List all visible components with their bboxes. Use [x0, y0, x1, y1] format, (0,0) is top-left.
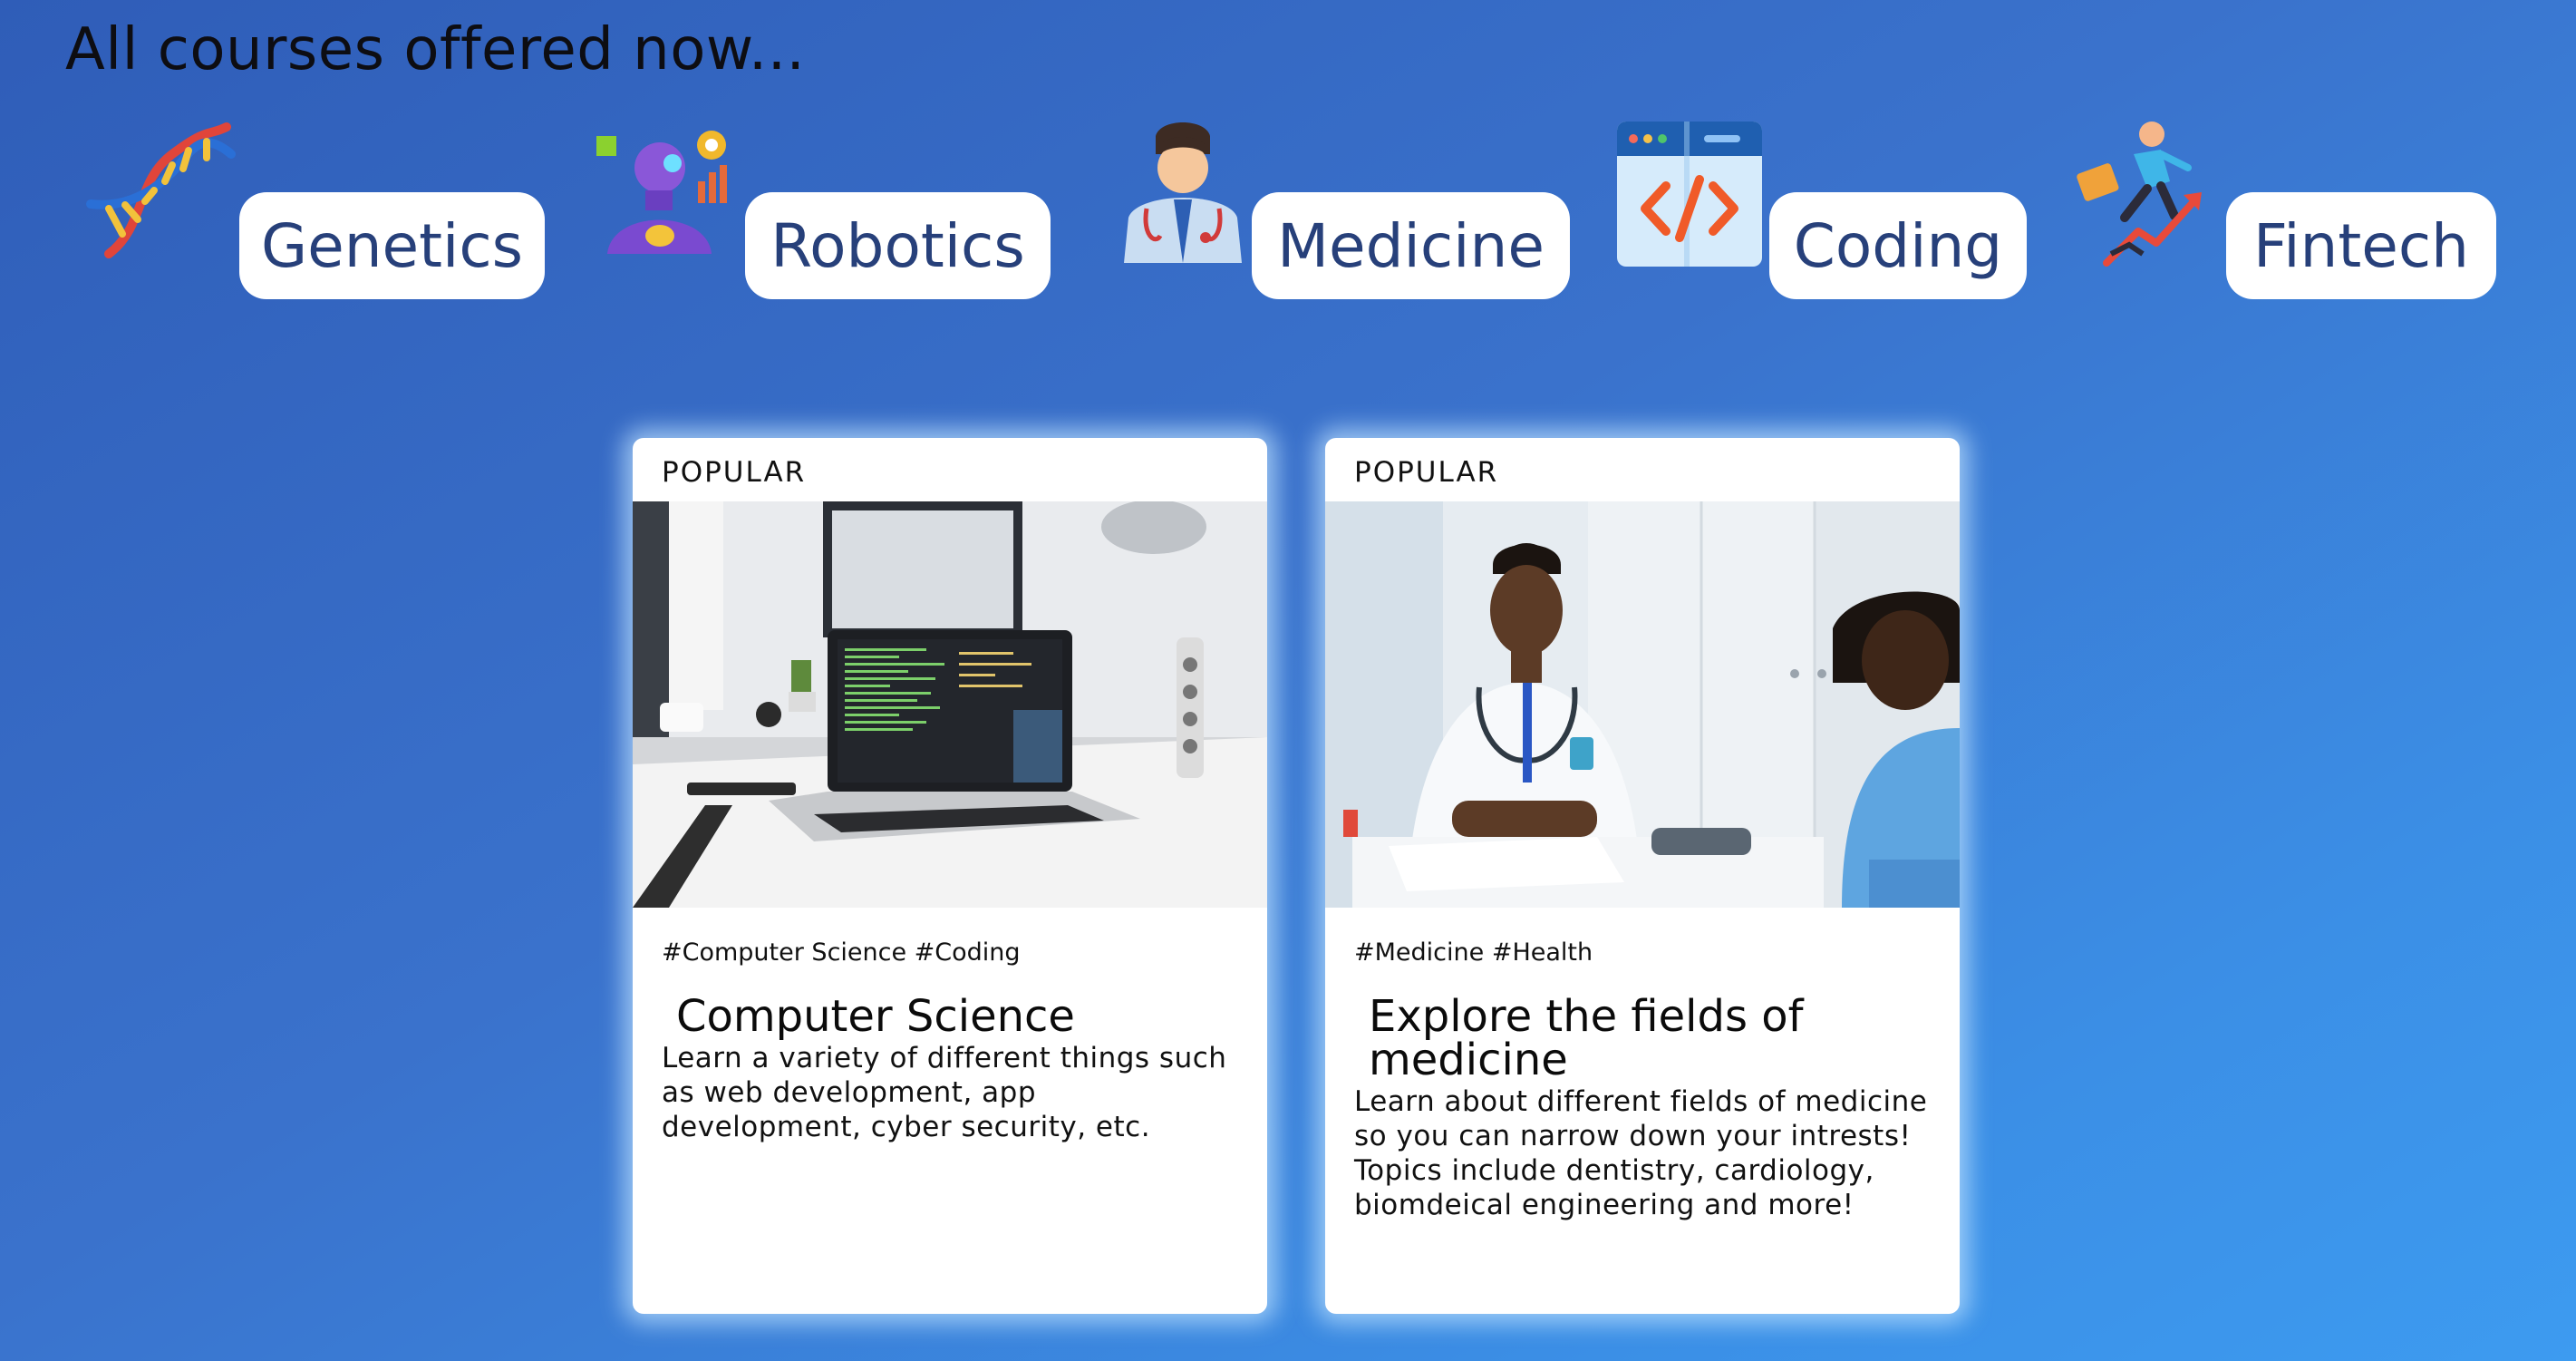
- card-tags: #Medicine #Health: [1354, 938, 1593, 967]
- card-description: Learn about different fields of medicine…: [1354, 1085, 1928, 1221]
- doctor-icon: [1106, 118, 1260, 272]
- doctor-photo: [1325, 501, 1960, 908]
- category-medicine[interactable]: Medicine: [1106, 118, 1577, 308]
- popular-badge: POPULAR: [1354, 456, 1499, 489]
- category-fintech[interactable]: Fintech: [2070, 118, 2505, 308]
- card-title: Computer Science: [676, 991, 1075, 1042]
- category-robotics[interactable]: Robotics: [589, 118, 1060, 308]
- dna-icon: [82, 118, 236, 272]
- card-description: Learn a variety of different things such…: [662, 1042, 1227, 1143]
- category-pill-robotics[interactable]: Robotics: [745, 192, 1051, 299]
- laptop-photo: [633, 501, 1267, 908]
- category-pill-genetics[interactable]: Genetics: [239, 192, 545, 299]
- card-title: Explore the fields of medicine: [1369, 991, 1804, 1085]
- card-tags: #Computer Science #Coding: [662, 938, 1021, 967]
- rising-businessman-icon: [2070, 118, 2224, 272]
- category-pill-coding[interactable]: Coding: [1769, 192, 2027, 299]
- category-pill-fintech[interactable]: Fintech: [2226, 192, 2496, 299]
- code-window-icon: [1613, 118, 1767, 272]
- page-title: All courses offered now...: [65, 16, 806, 83]
- category-coding[interactable]: Coding: [1613, 118, 2030, 308]
- course-card-medicine[interactable]: POPULAR #Medicine #Health Explore the fi…: [1325, 438, 1960, 1314]
- category-genetics[interactable]: Genetics: [82, 118, 553, 308]
- robot-icon: [589, 118, 743, 272]
- popular-badge: POPULAR: [662, 456, 807, 489]
- course-card-computer-science[interactable]: POPULAR #Computer Science #Coding Comput…: [633, 438, 1267, 1314]
- category-pill-medicine[interactable]: Medicine: [1252, 192, 1570, 299]
